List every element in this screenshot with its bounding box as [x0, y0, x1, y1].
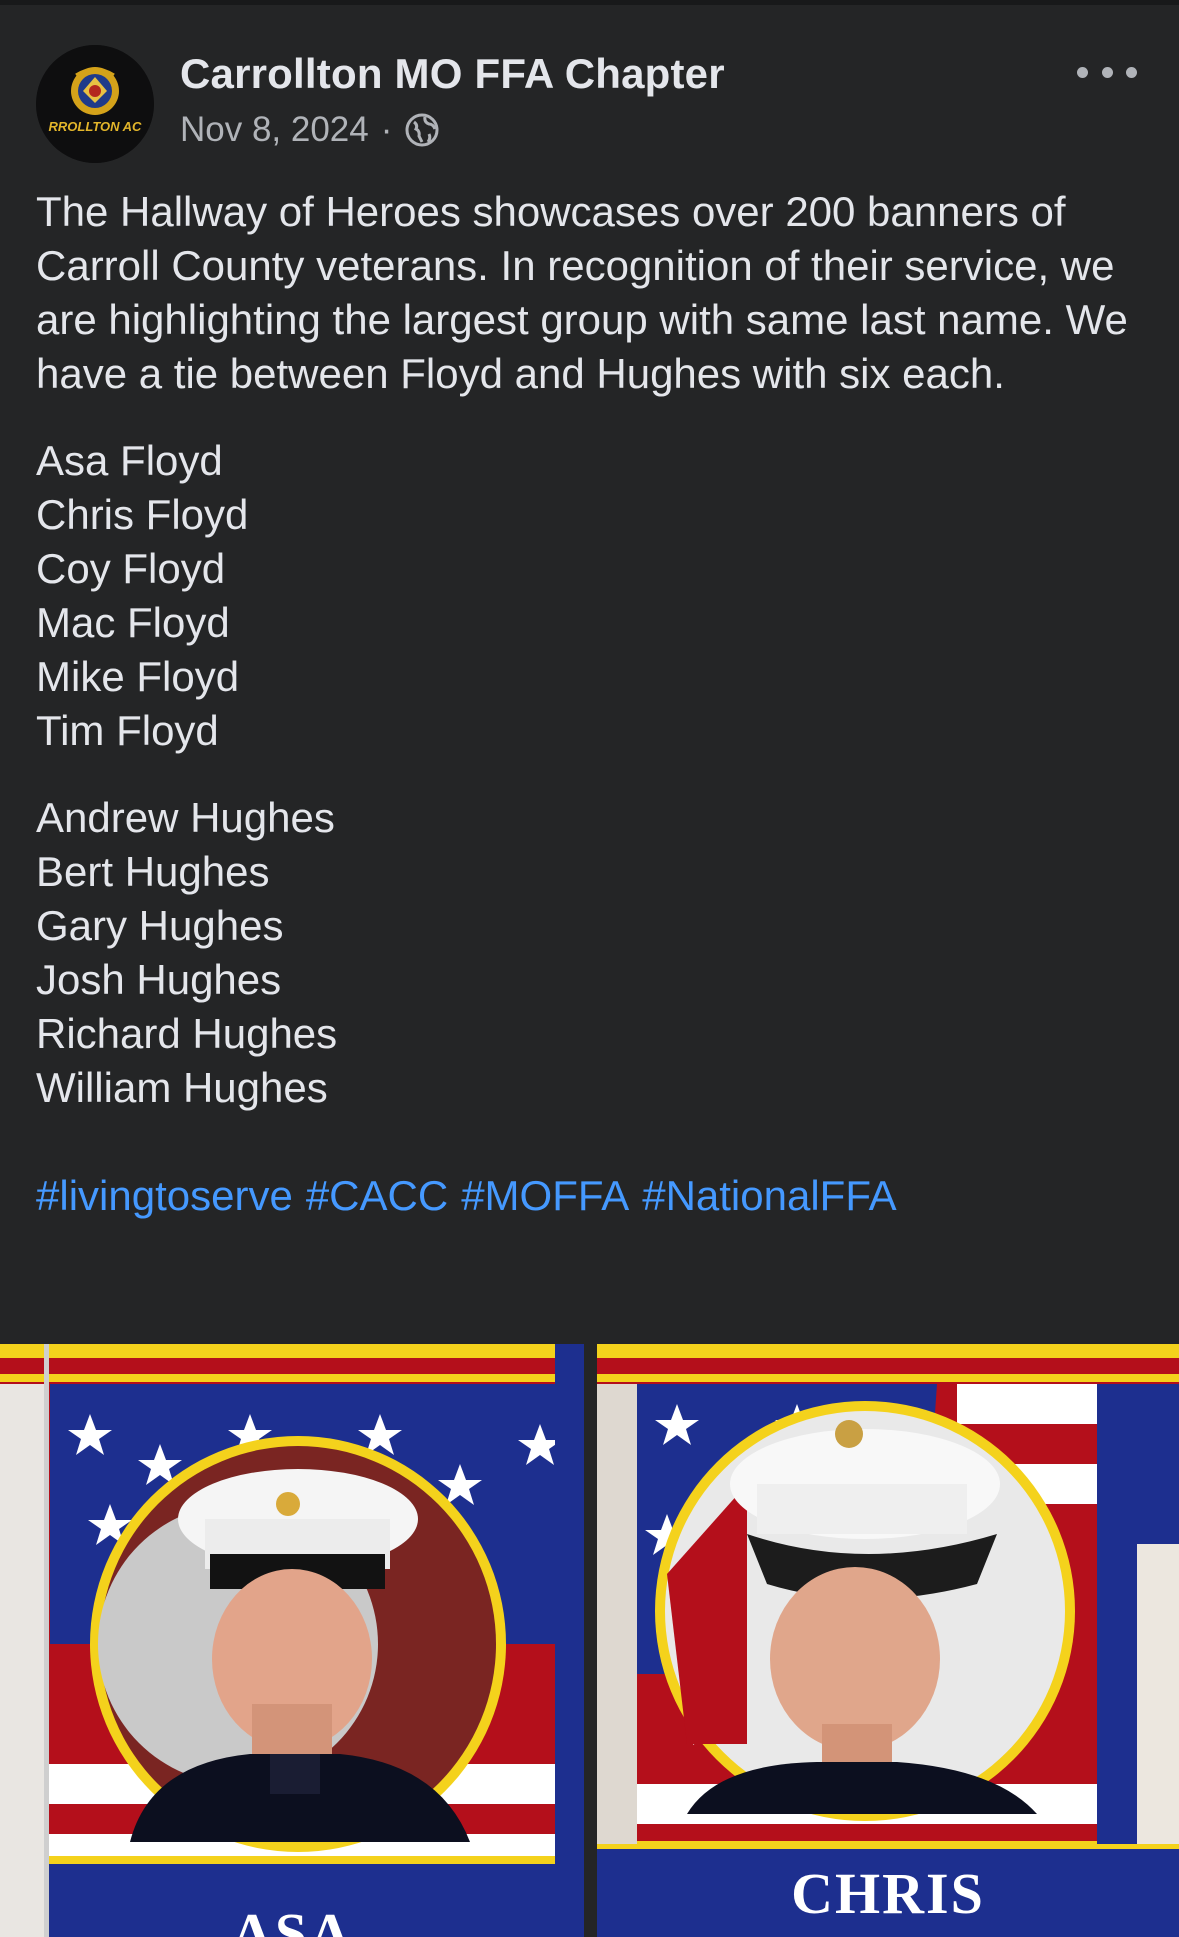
post-date[interactable]: Nov 8, 2024 — [180, 110, 369, 150]
list-item: Coy Floyd — [36, 545, 226, 592]
hashtag-link[interactable]: #livingtoserve — [36, 1172, 293, 1219]
hashtag-link[interactable]: #CACC — [306, 1172, 448, 1219]
banner-name: CHRIS — [791, 1861, 985, 1926]
list-item: Mike Floyd — [36, 653, 240, 700]
hashtags: #livingtoserve #CACC #MOFFA #NationalFFA — [36, 1169, 1146, 1223]
list-item: Chris Floyd — [36, 491, 249, 538]
list-item: Andrew Hughes — [36, 794, 335, 841]
post-intro: The Hallway of Heroes showcases over 200… — [36, 188, 1128, 397]
list-item: Gary Hughes — [36, 902, 284, 949]
floyd-list: Asa Floyd Chris Floyd Coy Floyd Mac Floy… — [36, 434, 1146, 758]
list-item: Tim Floyd — [36, 707, 219, 754]
list-item: Richard Hughes — [36, 1010, 338, 1057]
post-meta: Nov 8, 2024 · — [180, 110, 440, 150]
list-item: William Hughes — [36, 1064, 328, 1111]
hashtag-link[interactable]: #MOFFA — [461, 1172, 629, 1219]
more-options-icon[interactable] — [1077, 60, 1137, 84]
list-item: Asa Floyd — [36, 437, 223, 484]
page-avatar[interactable]: RROLLTON AC — [36, 45, 154, 163]
post-text: The Hallway of Heroes showcases over 200… — [36, 185, 1146, 1223]
post-photo[interactable]: ASA — [0, 1344, 584, 1937]
post-photo[interactable]: CHRIS — [597, 1344, 1179, 1937]
banner-name: ASA — [230, 1901, 354, 1937]
page-name[interactable]: Carrollton MO FFA Chapter — [180, 50, 725, 98]
globe-icon — [404, 112, 440, 148]
meta-separator: · — [380, 110, 393, 149]
list-item: Mac Floyd — [36, 599, 230, 646]
hashtag-link[interactable]: #NationalFFA — [642, 1172, 896, 1219]
list-item: Bert Hughes — [36, 848, 270, 895]
top-edge — [0, 0, 1179, 5]
hughes-list: Andrew Hughes Bert Hughes Gary Hughes Jo… — [36, 791, 1146, 1115]
svg-text:RROLLTON AC: RROLLTON AC — [49, 119, 143, 134]
list-item: Josh Hughes — [36, 956, 282, 1003]
